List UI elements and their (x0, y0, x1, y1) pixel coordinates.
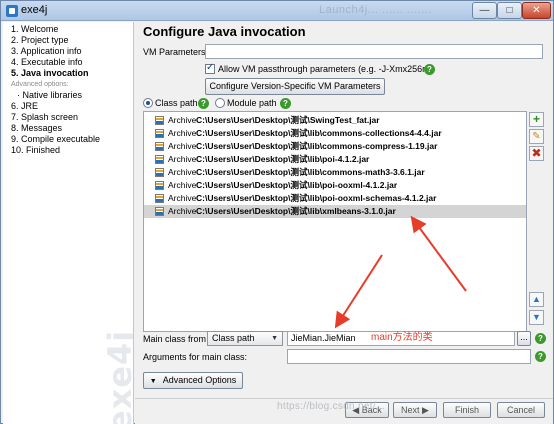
help-icon[interactable]: ? (280, 98, 291, 109)
vm-parameters-input[interactable] (205, 44, 543, 59)
title-bar: exe4j Launch4j... ...... ....... — □ ✕ (1, 1, 553, 21)
arguments-label: Arguments for main class: (143, 352, 248, 362)
sidebar-step[interactable]: 5. Java invocation (11, 68, 100, 79)
app-logo-icon (6, 5, 18, 17)
next-button[interactable]: Next ▶ (393, 402, 437, 418)
wizard-steps-sidebar: 1. Welcome 2. Project type 3. Application … (3, 22, 134, 424)
maximize-button[interactable]: □ (497, 2, 522, 19)
classpath-entry-kind: Archive (168, 128, 197, 138)
advanced-options-label: Advanced Options (162, 375, 237, 385)
help-icon[interactable]: ? (424, 64, 435, 75)
classpath-entry-kind: Archive (168, 115, 197, 125)
jar-archive-icon (155, 142, 164, 151)
wizard-steps-list: 1. Welcome 2. Project type 3. Application … (11, 24, 100, 156)
classpath-row[interactable]: Archive C:\Users\User\Desktop\测试\lib\xmlb… (144, 205, 526, 218)
classpath-entry-path: C:\Users\User\Desktop\测试\lib\poi-ooxml-4… (196, 180, 398, 190)
classpath-entry-path: C:\Users\User\Desktop\测试\lib\xmlbeans-3.… (196, 206, 396, 216)
chevron-down-icon: ▼ (149, 378, 157, 385)
jar-archive-icon (155, 155, 164, 164)
sidebar-watermark: exe4j (101, 329, 134, 424)
add-entry-button[interactable]: + (529, 112, 544, 127)
arguments-input[interactable] (287, 349, 531, 364)
window-title: exe4j (21, 4, 48, 16)
classpath-entry-path: C:\Users\User\Desktop\测试\lib\commons-com… (196, 141, 438, 151)
sidebar-step[interactable]: 2. Project type (11, 35, 100, 46)
jar-archive-icon (155, 116, 164, 125)
jar-archive-icon (155, 207, 164, 216)
jar-archive-icon (155, 129, 164, 138)
classpath-entry-kind: Archive (168, 180, 197, 190)
main-class-source-select[interactable]: Class path ▼ (207, 331, 283, 346)
classpath-list[interactable]: Archive C:\Users\User\Desktop\测试\SwingTes… (143, 111, 527, 332)
sidebar-step[interactable]: 4. Executable info (11, 57, 100, 68)
move-up-button[interactable]: ▲ (529, 292, 544, 307)
background-window-title: Launch4j... ...... ....... (319, 4, 432, 16)
minimize-button[interactable]: — (472, 2, 497, 19)
sidebar-step[interactable]: 3. Application info (11, 46, 100, 57)
browse-main-class-button[interactable]: ... (517, 331, 531, 346)
classpath-entry-path: C:\Users\User\Desktop\测试\lib\poi-4.1.2.j… (196, 154, 370, 164)
finish-button[interactable]: Finish (443, 402, 491, 418)
classpath-entry-kind: Archive (168, 206, 197, 216)
jar-archive-icon (155, 194, 164, 203)
sidebar-step[interactable]: 7. Splash screen (11, 112, 100, 123)
next-button-label: Next (401, 405, 420, 415)
vm-parameters-label: VM Parameters: (143, 47, 209, 57)
classpath-row[interactable]: Archive C:\Users\User\Desktop\测试\lib\comm… (144, 140, 526, 153)
classpath-entry-path: C:\Users\User\Desktop\测试\SwingTest_fat.j… (196, 115, 380, 125)
annotation-text: main方法的类 (371, 332, 433, 343)
help-icon[interactable]: ? (535, 333, 546, 344)
jar-archive-icon (155, 181, 164, 190)
sidebar-step[interactable]: 6. JRE (11, 101, 100, 112)
cancel-button[interactable]: Cancel (497, 402, 545, 418)
modulepath-radio[interactable] (215, 98, 225, 108)
sidebar-step[interactable]: 9. Compile executable (11, 134, 100, 145)
classpath-row[interactable]: Archive C:\Users\User\Desktop\测试\lib\poi-… (144, 179, 526, 192)
sidebar-step[interactable]: 1. Welcome (11, 24, 100, 35)
jar-archive-icon (155, 168, 164, 177)
classpath-row[interactable]: Archive C:\Users\User\Desktop\测试\SwingTes… (144, 114, 526, 127)
sidebar-subheading: Advanced options: (11, 81, 69, 88)
classpath-entry-kind: Archive (168, 141, 197, 151)
main-panel: Configure Java invocation VM Parameters:… (135, 22, 553, 424)
classpath-entry-path: C:\Users\User\Desktop\测试\lib\poi-ooxml-s… (196, 193, 437, 203)
classpath-row[interactable]: Archive C:\Users\User\Desktop\测试\lib\comm… (144, 166, 526, 179)
edit-entry-button[interactable]: ✎ (529, 129, 544, 144)
exe4j-window: exe4j Launch4j... ...... ....... — □ ✕ 1… (0, 0, 554, 424)
sidebar-step[interactable]: · Native libraries (11, 90, 100, 101)
classpath-entry-kind: Archive (168, 167, 197, 177)
next-arrow-icon: ▶ (419, 405, 429, 415)
blog-watermark: https://blog.csdn.net/... (277, 401, 386, 412)
classpath-row[interactable]: Archive C:\Users\User\Desktop\测试\lib\poi-… (144, 153, 526, 166)
classpath-entry-path: C:\Users\User\Desktop\测试\lib\commons-mat… (196, 167, 425, 177)
classpath-entry-kind: Archive (168, 154, 197, 164)
sidebar-step[interactable]: 8. Messages (11, 123, 100, 134)
chevron-down-icon: ▼ (271, 335, 278, 342)
help-icon[interactable]: ? (535, 351, 546, 362)
remove-entry-button[interactable]: ✖ (529, 146, 544, 161)
classpath-entry-path: C:\Users\User\Desktop\测试\lib\commons-col… (196, 128, 442, 138)
allow-passthrough-label: Allow VM passthrough parameters (e.g. -J… (218, 64, 433, 74)
move-down-button[interactable]: ▼ (529, 310, 544, 325)
help-icon[interactable]: ? (198, 98, 209, 109)
classpath-radio[interactable] (143, 98, 153, 108)
sidebar-step[interactable]: 10. Finished (11, 145, 100, 156)
advanced-options-button[interactable]: ▼ Advanced Options (143, 372, 243, 389)
footer-divider (135, 398, 553, 399)
allow-passthrough-checkbox[interactable] (205, 62, 215, 74)
classpath-row[interactable]: Archive C:\Users\User\Desktop\测试\lib\poi-… (144, 192, 526, 205)
main-class-source-value: Class path (212, 333, 255, 343)
main-class-from-label: Main class from (143, 334, 207, 344)
page-title: Configure Java invocation (143, 24, 306, 39)
close-button[interactable]: ✕ (522, 2, 551, 19)
classpath-radio-label: Class path (155, 98, 198, 108)
configure-vm-parameters-button[interactable]: Configure Version-Specific VM Parameters (205, 78, 385, 95)
classpath-entry-kind: Archive (168, 193, 197, 203)
classpath-row[interactable]: Archive C:\Users\User\Desktop\测试\lib\comm… (144, 127, 526, 140)
modulepath-radio-label: Module path (227, 98, 277, 108)
